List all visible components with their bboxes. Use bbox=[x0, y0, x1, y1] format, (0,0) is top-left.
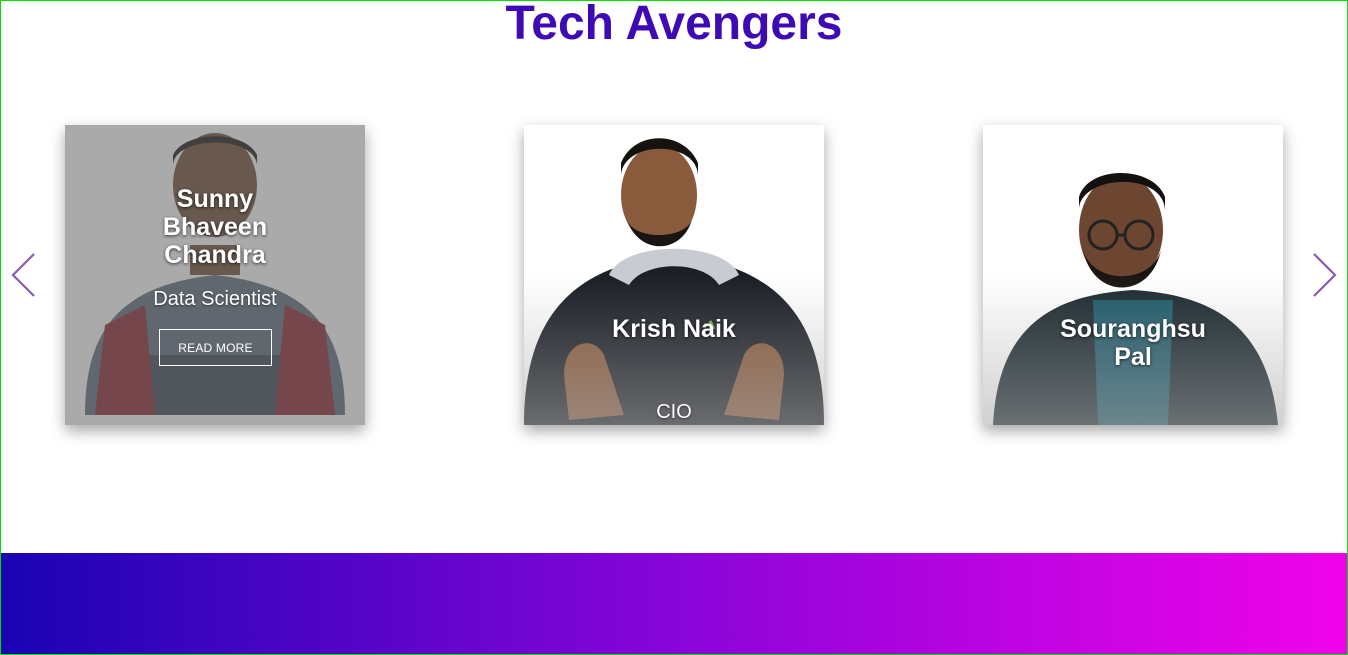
profile-card-sunny[interactable]: Sunny Bhaveen Chandra Data Scientist REA… bbox=[65, 125, 365, 425]
profile-role: CIO bbox=[656, 401, 692, 423]
profile-card-krish[interactable]: Krish Naik CIO bbox=[524, 125, 824, 425]
profile-card-souranghsu[interactable]: Souranghsu Pal bbox=[983, 125, 1283, 425]
card-overlay bbox=[65, 125, 365, 425]
profile-name: Souranghsu Pal bbox=[1060, 315, 1206, 371]
profile-name: Krish Naik bbox=[612, 315, 736, 343]
card-overlay bbox=[983, 125, 1283, 425]
chevron-left-icon bbox=[11, 253, 35, 297]
profile-name: Sunny Bhaveen Chandra bbox=[162, 185, 268, 269]
page-title: Tech Avengers bbox=[505, 0, 843, 50]
profile-role: Data Scientist bbox=[153, 288, 277, 310]
footer-gradient-band bbox=[0, 553, 1348, 655]
chevron-right-icon bbox=[1313, 253, 1337, 297]
read-more-button[interactable]: READ MORE bbox=[159, 329, 272, 366]
carousel-next-button[interactable] bbox=[1310, 250, 1340, 300]
card-overlay bbox=[524, 125, 824, 425]
carousel-prev-button[interactable] bbox=[8, 250, 38, 300]
